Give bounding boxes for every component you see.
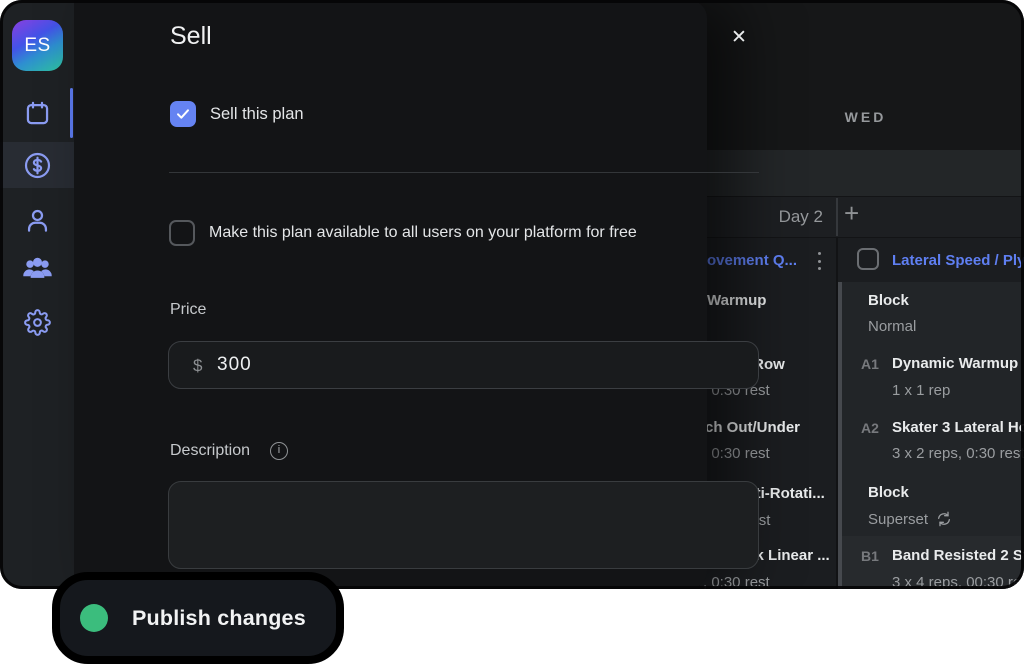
- block-type: Normal: [868, 318, 916, 335]
- exercise-detail: 3 x 2 reps, 0:30 rest: [892, 445, 1024, 462]
- divider: [169, 172, 759, 173]
- sidebar: ES: [0, 0, 74, 589]
- exercise-name: Warmup: [707, 292, 766, 309]
- description-label: Description: [170, 442, 250, 460]
- plan-title-link[interactable]: Lateral Speed / Plyo: [892, 252, 1024, 269]
- exercise-tag: A1: [861, 356, 879, 372]
- people-group-icon: [22, 253, 53, 284]
- exercise-name: ch Out/Under: [705, 419, 800, 436]
- kebab-menu-icon[interactable]: [812, 252, 826, 270]
- calendar-icon: [24, 100, 51, 127]
- price-field[interactable]: $: [168, 341, 759, 389]
- modal-title: Sell: [170, 22, 212, 51]
- sidebar-item-clients[interactable]: [0, 197, 74, 243]
- status-dot-icon: [80, 604, 108, 632]
- sidebar-item-settings[interactable]: [0, 299, 74, 345]
- weekday-label: WED: [707, 109, 1024, 125]
- sidebar-item-groups[interactable]: [0, 245, 74, 291]
- exercise-tag: A2: [861, 420, 879, 436]
- sell-plan-label: Sell this plan: [210, 105, 304, 124]
- person-icon: [24, 207, 51, 234]
- calendar-subheader-band: [700, 150, 1024, 196]
- block-label: Block: [868, 292, 909, 309]
- day-tab[interactable]: Day 2: [700, 207, 823, 227]
- avatar[interactable]: ES: [12, 20, 63, 71]
- description-input[interactable]: [168, 481, 759, 569]
- free-plan-label: Make this plan available to all users on…: [209, 224, 637, 242]
- exercise-tag: B1: [861, 548, 879, 564]
- exercise-detail: , 0:30 rest: [703, 445, 770, 462]
- free-plan-checkbox[interactable]: [169, 220, 195, 246]
- sell-modal: Sell ✕ Sell this plan Make this plan ava…: [74, 0, 707, 589]
- app-window: WED Day 2 + ovement Q... Warmup Plank Ro…: [0, 0, 1024, 589]
- price-label: Price: [170, 301, 206, 319]
- day-tab-divider: [836, 198, 838, 236]
- info-icon[interactable]: i: [270, 442, 288, 460]
- gear-icon: [24, 309, 51, 336]
- exercise-detail: 3 x 4 reps, 00:30 re...: [892, 574, 1024, 589]
- superset-cycle-icon: [936, 511, 952, 527]
- block-type: Superset: [868, 511, 952, 528]
- currency-symbol: $: [193, 356, 202, 376]
- publish-changes-button[interactable]: Publish changes: [52, 572, 344, 664]
- dollar-circle-icon: [23, 151, 52, 180]
- exercise-name: Skater 3 Lateral Hop...: [892, 419, 1024, 436]
- panel-accent-line: [838, 282, 842, 589]
- price-input[interactable]: [217, 342, 737, 388]
- block-label: Block: [868, 484, 909, 501]
- exercise-detail: , 0:30 rest: [703, 574, 770, 589]
- publish-label: Publish changes: [132, 606, 306, 631]
- exercise-name: Band Resisted 2 Steps...: [892, 547, 1024, 564]
- plan-checkbox[interactable]: [857, 248, 879, 270]
- exercise-name: Dynamic Warmup: [892, 355, 1018, 372]
- active-nav-indicator: [70, 88, 73, 138]
- exercise-detail: 1 x 1 rep: [892, 382, 950, 399]
- sell-plan-checkbox[interactable]: [170, 101, 196, 127]
- close-icon[interactable]: ✕: [722, 20, 756, 54]
- plan-title-link[interactable]: ovement Q...: [707, 252, 797, 269]
- check-icon: [175, 106, 191, 122]
- sidebar-item-calendar[interactable]: [0, 90, 74, 136]
- add-day-icon[interactable]: +: [844, 200, 859, 226]
- sidebar-item-billing[interactable]: [0, 142, 74, 188]
